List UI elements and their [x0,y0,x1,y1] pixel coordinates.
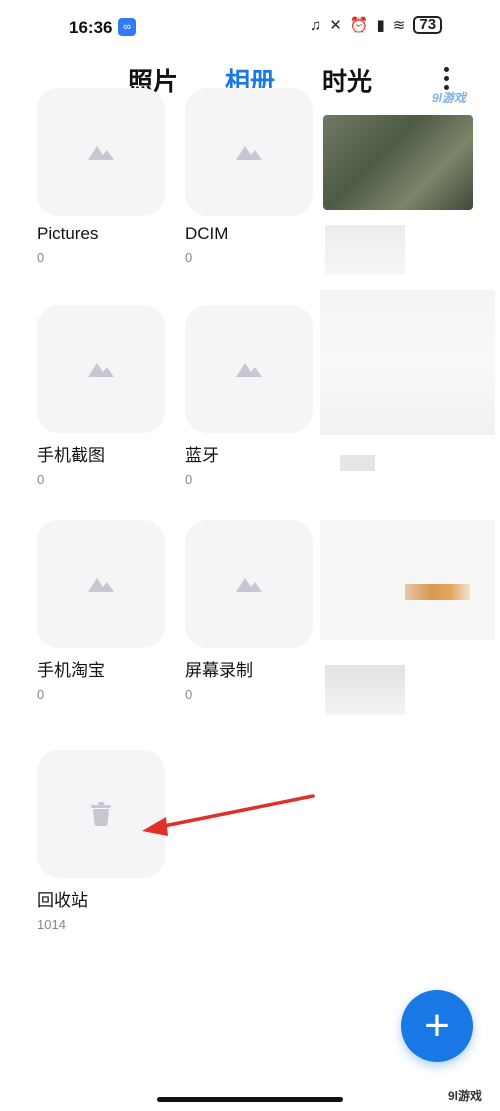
album-count: 0 [185,250,193,265]
mountain-icon [88,578,114,592]
tab-moments[interactable]: 时光 [322,62,372,98]
blurred-album-label [325,225,405,275]
album-name: 屏幕录制 [185,661,253,680]
album-thumbnail [185,88,313,216]
album-count: 1014 [37,917,66,932]
album-thumbnail [37,750,165,878]
album-name: Pictures [37,224,99,243]
album-name: 蓝牙 [185,446,219,465]
album-thumbnail [37,88,165,216]
home-indicator[interactable] [157,1097,343,1102]
album-name: 回收站 [37,891,88,910]
album-thumbnail [185,305,313,433]
battery-icon: 73 [413,16,443,34]
mountain-icon [236,146,262,160]
trash-icon [91,802,111,826]
album-thumbnail [37,520,165,648]
blurred-album-cover[interactable] [320,290,495,435]
album-pictures[interactable]: Pictures 0 [37,88,167,265]
alarm-icon: ⏰ [349,17,369,34]
add-album-button[interactable]: + [401,990,473,1062]
status-bar: 16:36 ∞ ♫ ✕ ⏰ ▮ ≋ 73 [0,0,500,56]
mountain-icon [88,363,114,377]
album-count: 0 [37,472,45,487]
app-notification-icon: ∞ [118,18,136,36]
album-count: 0 [37,687,45,702]
blurred-album-label [325,665,405,715]
muted-bell-icon: ✕ [329,17,342,34]
status-time: 16:36 [69,18,113,37]
album-name: DCIM [185,224,229,243]
album-thumbnail [185,520,313,648]
album-count: 0 [185,687,193,702]
album-bluetooth[interactable]: 蓝牙 0 [185,305,315,487]
watermark-logo: 9l游戏 [432,91,467,105]
mountain-icon [236,578,262,592]
blurred-image-patch [405,584,470,600]
album-screen-recording[interactable]: 屏幕录制 0 [185,520,315,702]
album-thumbnail [37,305,165,433]
album-count: 0 [185,472,193,487]
wifi-icon: ≋ [392,17,406,34]
album-dcim[interactable]: DCIM 0 [185,88,315,265]
album-recycle-bin[interactable]: 回收站 1014 [37,750,167,932]
watermark-logo: 9l游戏 [448,1089,483,1103]
status-icons: ♫ ✕ ⏰ ▮ ≋ 73 [310,16,443,34]
blurred-album-label [340,455,375,471]
headphones-icon: ♫ [310,16,322,34]
album-name: 手机淘宝 [37,661,105,680]
album-name: 手机截图 [37,446,105,465]
album-count: 0 [37,250,45,265]
blurred-album-cover[interactable] [320,520,495,640]
signal-icon: ▮ [376,17,385,34]
album-taobao[interactable]: 手机淘宝 0 [37,520,167,702]
mountain-icon [236,363,262,377]
blurred-album-cover[interactable] [323,115,473,210]
mountain-icon [88,146,114,160]
album-screenshots[interactable]: 手机截图 0 [37,305,167,487]
